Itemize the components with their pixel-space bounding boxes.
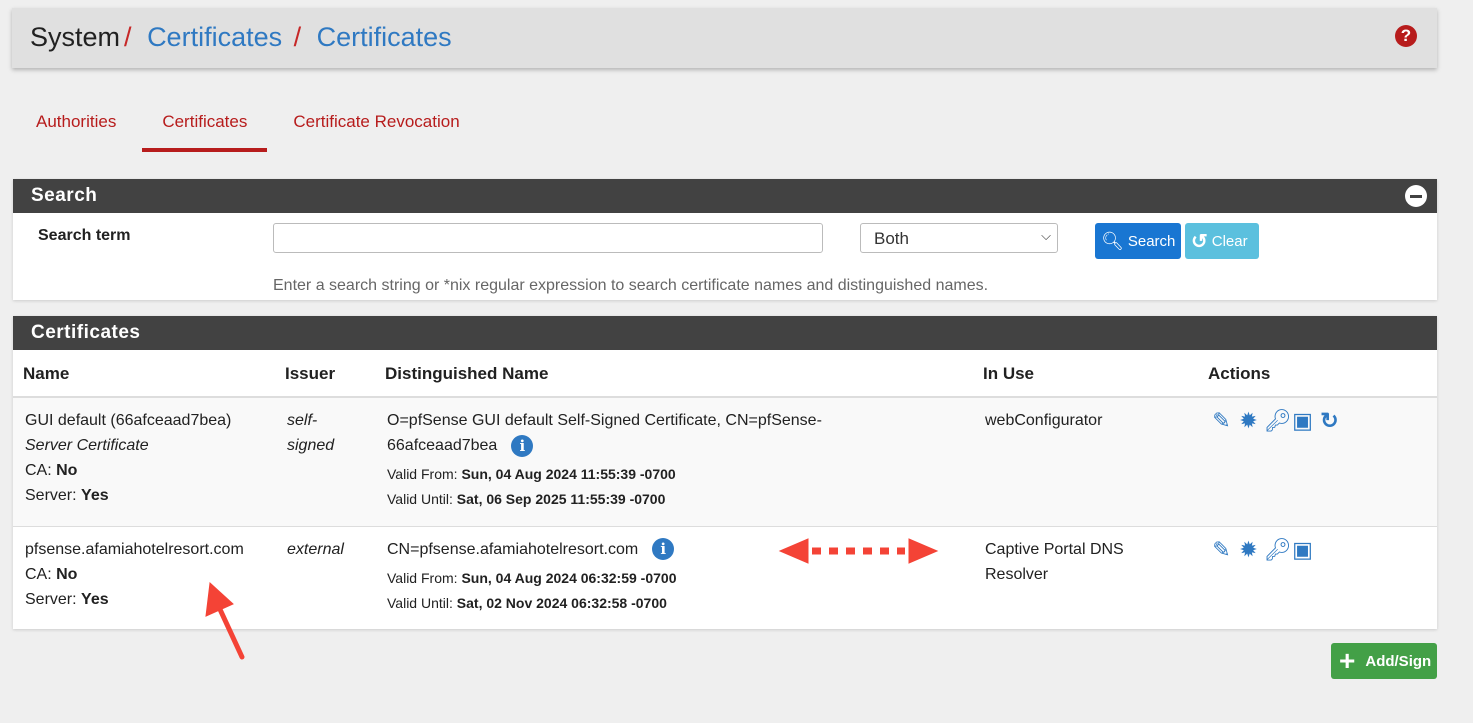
arrow-left-head [778, 538, 809, 564]
annotation-arrows [205, 538, 939, 660]
arrow-up-line [215, 602, 245, 660]
arrow-right-head [908, 538, 939, 564]
